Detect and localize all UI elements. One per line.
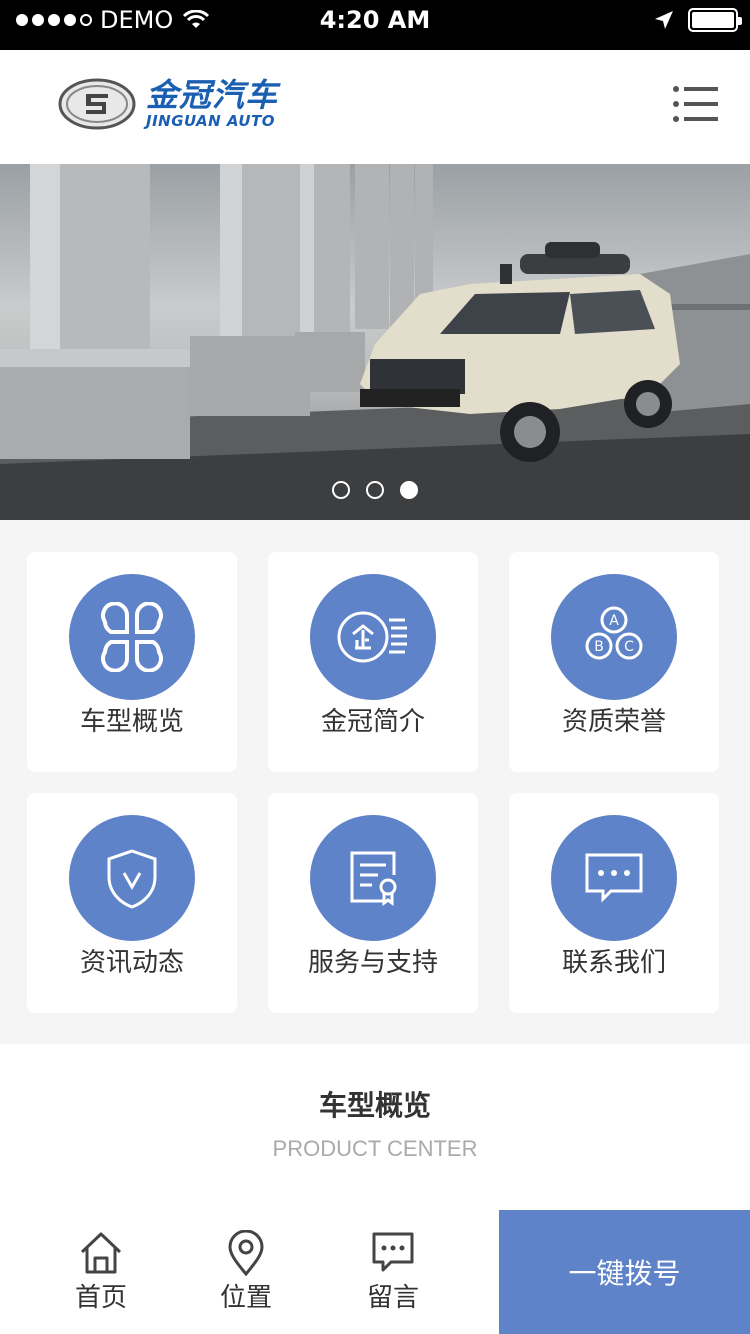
brand-name-en: JINGUAN AUTO: [146, 112, 276, 130]
location-arrow-icon: [655, 11, 673, 29]
brand-text: 金冠汽车 JINGUAN AUTO: [146, 78, 278, 130]
menu-card-about[interactable]: 金冠简介: [268, 552, 478, 772]
menu-grid: 车型概览 金冠简介 A B C 资质荣誉 资讯动态 服务与支持 联系我们: [0, 520, 750, 1044]
menu-icon[interactable]: [672, 84, 720, 124]
brand-name-cn: 金冠汽车: [146, 76, 279, 114]
bottom-nav: 首页 位置 留言 一键拨号: [0, 1210, 750, 1334]
nav-location[interactable]: 位置: [186, 1226, 306, 1326]
map-pin-icon: [228, 1230, 264, 1276]
menu-card-label: 服务与支持: [307, 948, 438, 978]
message-icon: [585, 853, 643, 903]
product-section: 车型概览 PRODUCT CENTER: [0, 1044, 750, 1210]
nav-home[interactable]: 首页: [41, 1226, 161, 1326]
icon-circle: [69, 815, 195, 941]
icon-circle: [310, 574, 436, 700]
carousel-dot[interactable]: [366, 481, 384, 499]
icon-circle: [69, 574, 195, 700]
menu-card-label: 车型概览: [79, 707, 184, 737]
icon-circle: [551, 815, 677, 941]
shield-icon: [107, 849, 157, 909]
menu-card-models[interactable]: 车型概览: [27, 552, 237, 772]
icon-circle: [310, 815, 436, 941]
nav-label: 首页: [74, 1283, 127, 1313]
menu-card-label: 金冠简介: [320, 707, 425, 737]
menu-card-news[interactable]: 资讯动态: [27, 793, 237, 1013]
svg-text:A: A: [609, 613, 619, 629]
abc-icon: A B C: [585, 606, 643, 660]
svg-text:C: C: [624, 639, 634, 655]
carousel-indicator: [0, 481, 750, 499]
carousel-dot[interactable]: [332, 481, 350, 499]
menu-card-honors[interactable]: A B C 资质荣誉: [509, 552, 719, 772]
svg-text:B: B: [594, 639, 604, 655]
status-bar: DEMO 4:20 AM: [0, 0, 750, 50]
menu-card-label: 资质荣誉: [561, 707, 666, 737]
battery-icon: [688, 8, 742, 32]
section-subtitle: PRODUCT CENTER: [272, 1136, 478, 1161]
menu-card-service[interactable]: 服务与支持: [268, 793, 478, 1013]
brand-logo[interactable]: 金冠汽车 JINGUAN AUTO: [58, 78, 278, 130]
status-right: [654, 8, 742, 32]
company-icon: [337, 611, 407, 663]
nav-label: 留言: [366, 1283, 419, 1313]
nav-message[interactable]: 留言: [333, 1226, 453, 1326]
brand-emblem-icon: [58, 78, 136, 130]
section-title: 车型概览: [318, 1089, 431, 1122]
chat-icon: [372, 1232, 414, 1272]
home-icon: [80, 1232, 122, 1274]
icon-circle: A B C: [551, 574, 677, 700]
carousel-dot-active[interactable]: [400, 481, 418, 499]
status-time: 4:20 AM: [319, 6, 431, 34]
header: 金冠汽车 JINGUAN AUTO: [0, 50, 750, 164]
menu-card-label: 资讯动态: [79, 948, 184, 978]
certificate-icon: [350, 851, 397, 906]
call-button[interactable]: 一键拨号: [499, 1210, 750, 1334]
menu-card-label: 联系我们: [561, 948, 666, 978]
nav-label: 位置: [219, 1283, 272, 1313]
banner-image: [0, 164, 750, 520]
menu-card-contact[interactable]: 联系我们: [509, 793, 719, 1013]
grid-icon: [101, 602, 163, 672]
banner-carousel[interactable]: [0, 164, 750, 520]
